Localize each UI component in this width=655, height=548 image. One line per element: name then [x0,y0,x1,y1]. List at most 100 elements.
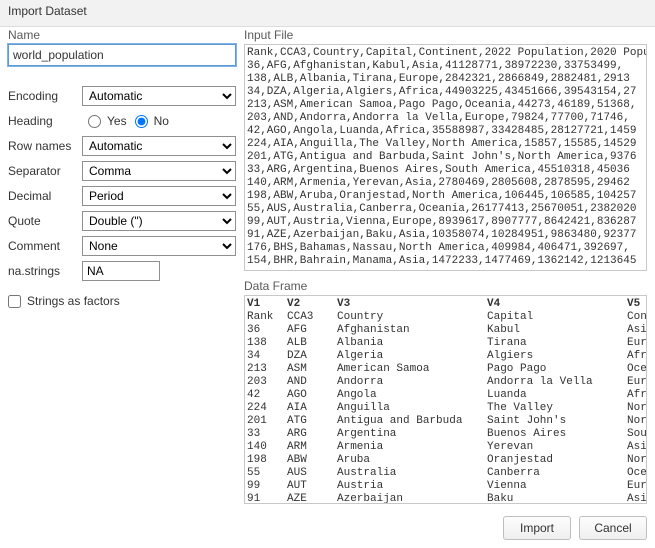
cell: Albania [337,337,487,350]
cell: AGO [287,389,337,402]
table-row: 91AZEAzerbaijanBakuAsia [247,493,644,504]
heading-radio-row: Yes No [82,111,236,131]
cell: Angola [337,389,487,402]
cell: North [627,415,647,428]
cell: 33 [247,428,287,441]
cell: Canberra [487,467,627,480]
cell: Country [337,311,487,324]
rownames-label: Row names [8,139,82,153]
quote-select[interactable]: Double (") [82,211,236,231]
column-header: V4 [487,298,627,311]
rownames-select[interactable]: Automatic [82,136,236,156]
strings-as-factors-label: Strings as factors [27,294,120,308]
cell: Baku [487,493,627,504]
heading-yes-label: Yes [107,114,127,128]
cell: CCA3 [287,311,337,324]
options-grid: Encoding Automatic Heading Yes No Row na… [8,86,236,281]
cell: ATG [287,415,337,428]
table-row: RankCCA3CountryCapitalContin [247,311,644,324]
data-frame-label: Data Frame [244,279,647,293]
input-file-label: Input File [244,28,647,42]
table-row: 198ABWArubaOranjestadNorth [247,454,644,467]
cell: Asia [627,493,647,504]
cell: ARM [287,441,337,454]
cell: Saint John's [487,415,627,428]
cell: The Valley [487,402,627,415]
cell: ABW [287,454,337,467]
cell: 91 [247,493,287,504]
cell: Andorra la Vella [487,376,627,389]
table-row: 99AUTAustriaViennaEurope [247,480,644,493]
cell: Anguilla [337,402,487,415]
table-row: 140ARMArmeniaYerevanAsia [247,441,644,454]
encoding-select[interactable]: Automatic [82,86,236,106]
cancel-button[interactable]: Cancel [579,516,647,540]
column-header: V5 [627,298,647,311]
content-area: Name Encoding Automatic Heading Yes No R… [8,28,647,504]
cell: Oranjestad [487,454,627,467]
column-header: V1 [247,298,287,311]
name-group: Name [8,28,236,66]
cell: Vienna [487,480,627,493]
cell: 224 [247,402,287,415]
cell: Austria [337,480,487,493]
cell: AUT [287,480,337,493]
cell: DZA [287,350,337,363]
comment-label: Comment [8,239,82,253]
cell: Kabul [487,324,627,337]
input-file-box[interactable]: Rank,CCA3,Country,Capital,Continent,2022… [244,44,647,271]
cell: 140 [247,441,287,454]
cell: AUS [287,467,337,480]
data-frame-section: Data Frame V1V2V3V4V5RankCCA3CountryCapi… [244,279,647,504]
cell: 99 [247,480,287,493]
name-input[interactable] [8,44,236,66]
cell: South [627,428,647,441]
table-row: 36AFGAfghanistanKabulAsia [247,324,644,337]
cell: Algiers [487,350,627,363]
cell: 213 [247,363,287,376]
heading-no-label: No [154,114,169,128]
cell: 42 [247,389,287,402]
table-row: 213ASMAmerican SamoaPago PagoOceani [247,363,644,376]
cell: Australia [337,467,487,480]
comment-select[interactable]: None [82,236,236,256]
column-header: V2 [287,298,337,311]
input-file-section: Input File Rank,CCA3,Country,Capital,Con… [244,28,647,271]
cell: 34 [247,350,287,363]
heading-yes-radio[interactable] [88,115,101,128]
cell: 201 [247,415,287,428]
heading-label: Heading [8,114,82,128]
cell: Capital [487,311,627,324]
table-row: 203ANDAndorraAndorra la VellaEurope [247,376,644,389]
cell: AIA [287,402,337,415]
cell: Pago Pago [487,363,627,376]
heading-no-radio[interactable] [135,115,148,128]
cell: Afghanistan [337,324,487,337]
table-row: 33ARGArgentinaBuenos AiresSouth [247,428,644,441]
cell: 138 [247,337,287,350]
cell: AND [287,376,337,389]
cell: Algeria [337,350,487,363]
table-header: V1V2V3V4V5 [247,298,644,311]
table-row: 201ATGAntigua and BarbudaSaint John'sNor… [247,415,644,428]
import-button[interactable]: Import [503,516,571,540]
nastrings-input[interactable] [82,261,160,281]
strings-as-factors-checkbox[interactable] [8,295,21,308]
cell: Europe [627,480,647,493]
cell: Africa [627,350,647,363]
table-row: 55AUSAustraliaCanberraOceani [247,467,644,480]
cell: Aruba [337,454,487,467]
cell: Oceani [627,363,647,376]
column-header: V3 [337,298,487,311]
right-panel: Input File Rank,CCA3,Country,Capital,Con… [244,28,647,504]
cell: ARG [287,428,337,441]
cell: Yerevan [487,441,627,454]
cell: North [627,454,647,467]
footer-buttons: Import Cancel [503,516,647,540]
data-frame-box[interactable]: V1V2V3V4V5RankCCA3CountryCapitalContin36… [244,295,647,504]
separator-select[interactable]: Comma [82,161,236,181]
decimal-select[interactable]: Period [82,186,236,206]
table-row: 34DZAAlgeriaAlgiersAfrica [247,350,644,363]
cell: Rank [247,311,287,324]
table-row: 224AIAAnguillaThe ValleyNorth [247,402,644,415]
